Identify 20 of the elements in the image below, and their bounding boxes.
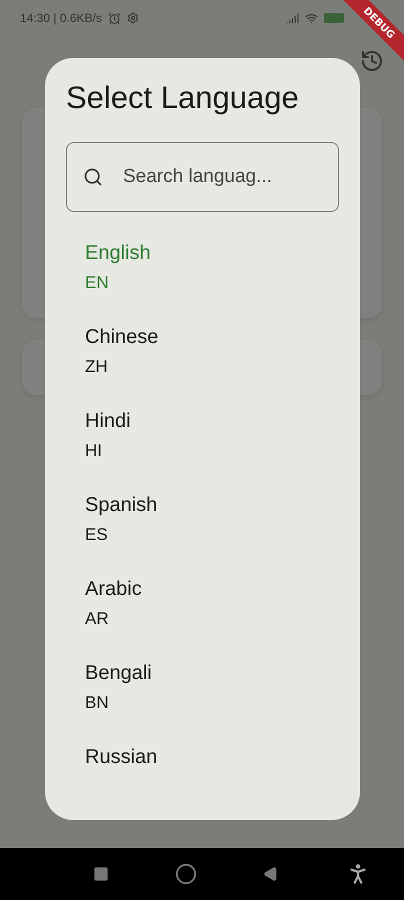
history-icon[interactable] bbox=[360, 49, 384, 73]
home-icon[interactable] bbox=[175, 863, 197, 885]
battery-icon bbox=[324, 13, 344, 23]
dialog-title: Select Language bbox=[66, 80, 299, 116]
wifi-icon bbox=[305, 12, 318, 24]
language-item[interactable]: Arabic AR bbox=[66, 566, 339, 650]
status-time: 14:30 | 0.6KB/s bbox=[20, 11, 102, 25]
language-item[interactable]: Bengali BN bbox=[66, 650, 339, 734]
search-input[interactable]: Search languag... bbox=[121, 165, 315, 189]
language-item[interactable]: Spanish ES bbox=[66, 482, 339, 566]
alarm-icon bbox=[108, 12, 121, 24]
language-item[interactable]: Russian bbox=[66, 734, 339, 792]
settings-icon bbox=[126, 12, 139, 24]
search-field[interactable]: Search languag... bbox=[66, 142, 339, 212]
language-item[interactable]: English EN bbox=[66, 230, 339, 314]
search-icon bbox=[83, 167, 103, 187]
back-icon[interactable] bbox=[263, 866, 279, 882]
recents-icon[interactable] bbox=[93, 866, 109, 882]
language-item[interactable]: Chinese ZH bbox=[66, 314, 339, 398]
language-item[interactable]: Hindi HI bbox=[66, 398, 339, 482]
